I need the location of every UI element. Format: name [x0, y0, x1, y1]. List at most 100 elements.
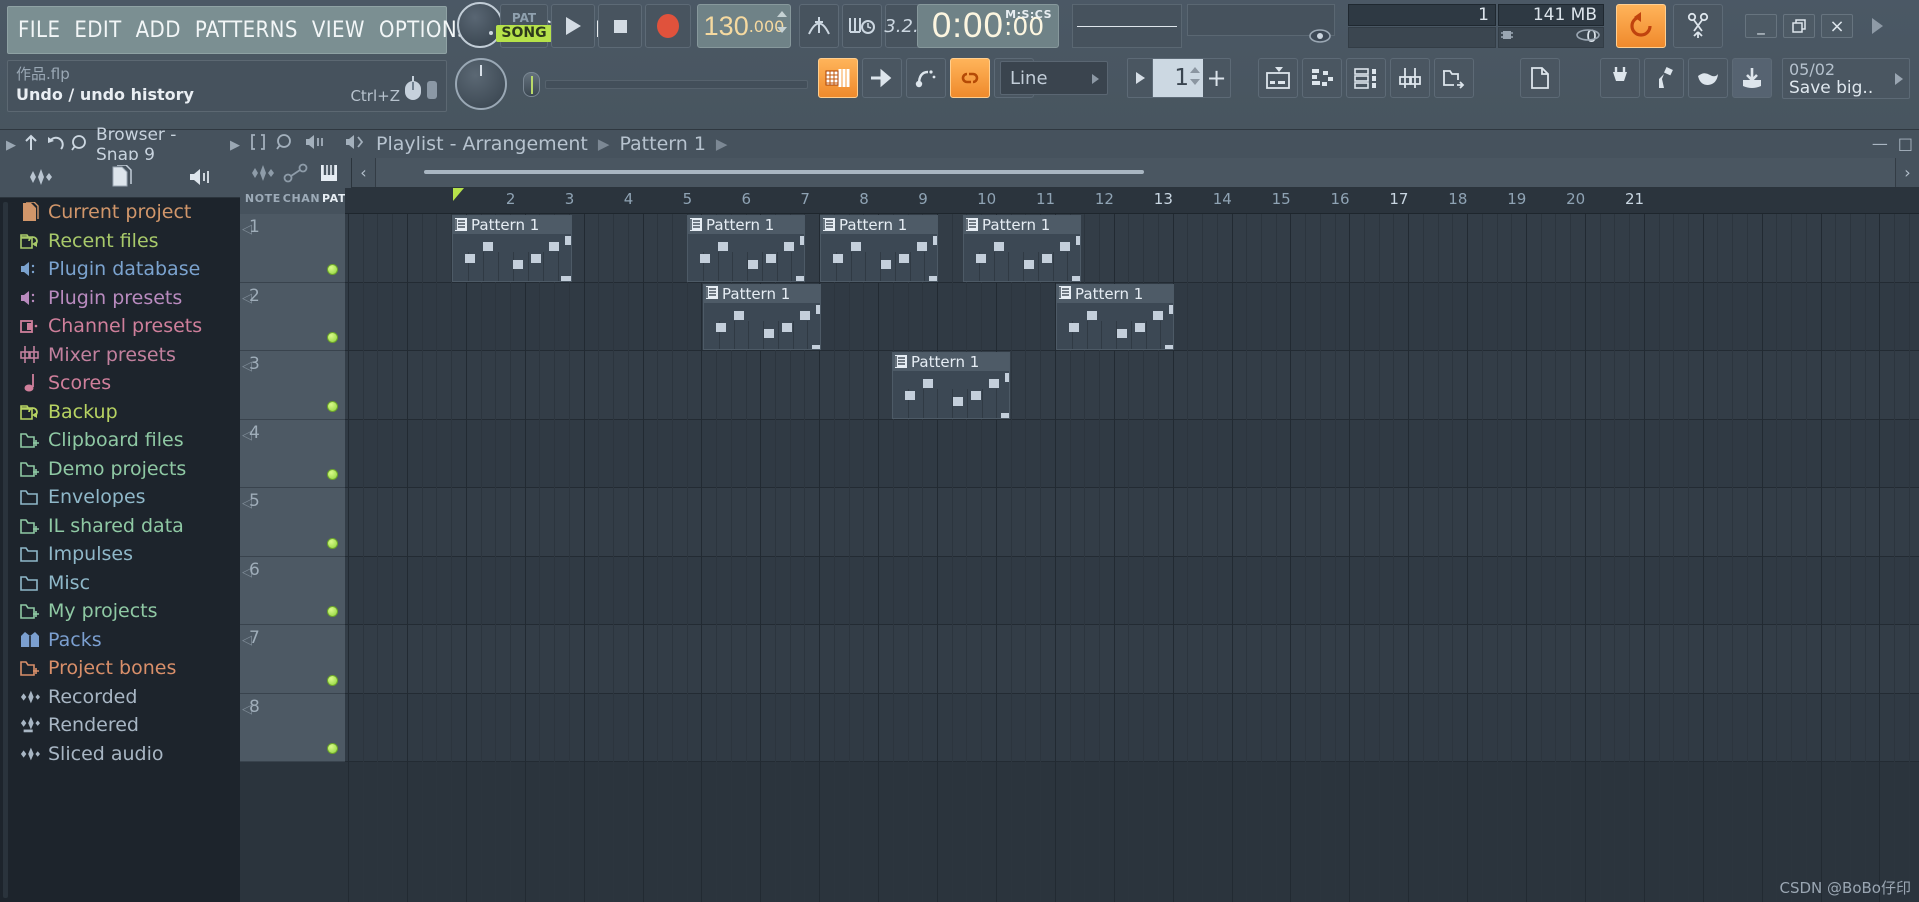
minimize-button[interactable]: _	[1745, 14, 1777, 38]
pattern-prev-button[interactable]	[1127, 58, 1153, 98]
browser-expand-icon[interactable]: ▶	[6, 138, 16, 153]
clip-menu-icon[interactable]	[895, 353, 907, 372]
reload-button[interactable]	[1616, 4, 1666, 48]
track-header-6[interactable]: ◁ 6	[240, 556, 345, 625]
browser-item-demo-projects[interactable]: Demo projects	[0, 455, 240, 484]
track-row[interactable]	[345, 214, 1919, 283]
pattern-add-button[interactable]: +	[1203, 58, 1231, 98]
channel-rack-window-button[interactable]	[1346, 58, 1386, 98]
browser-item-scores[interactable]: Scores	[0, 369, 240, 398]
browser-item-impulses[interactable]: Impulses	[0, 540, 240, 569]
piano-roll-window-button[interactable]	[1302, 58, 1342, 98]
clip-header[interactable]: Pattern 1	[821, 216, 937, 234]
browser-item-packs[interactable]: Packs	[0, 626, 240, 655]
scroll-left-button[interactable]: ‹	[352, 158, 376, 187]
browser-item-il-shared-data[interactable]: IL shared data	[0, 512, 240, 541]
playlist-ruler[interactable]: 2 3 4 5 6 7 8 9 10 11 12 13 14 15 16 17 18 19 20 21	[345, 188, 1919, 214]
track-header-3[interactable]: ◁ 3	[240, 351, 345, 420]
clip-header[interactable]: Pattern 1	[688, 216, 804, 234]
time-display[interactable]: 0:00 :00 M:S:CS	[917, 4, 1059, 48]
browser-item-my-projects[interactable]: My projects	[0, 597, 240, 626]
export-button[interactable]	[1732, 58, 1772, 98]
clip-header[interactable]: Pattern 1	[453, 216, 571, 234]
playlist-volume-icon[interactable]	[304, 133, 326, 155]
menu-item-edit[interactable]: EDIT	[74, 18, 121, 43]
cut-tool-button[interactable]	[1673, 4, 1723, 48]
project-info-button[interactable]	[1520, 58, 1560, 98]
clip-header[interactable]: Pattern 1	[964, 216, 1080, 234]
menu-item-file[interactable]: FILE	[18, 18, 60, 43]
scroll-right-button[interactable]: ›	[1895, 158, 1919, 187]
browser-speaker-icon[interactable]	[188, 167, 212, 191]
stop-button[interactable]	[598, 4, 642, 48]
clip-header[interactable]: Pattern 1	[1057, 284, 1173, 303]
pattern-clip[interactable]: Pattern 1	[820, 215, 938, 282]
tempo-field[interactable]: 130 .000	[697, 4, 791, 48]
eye-icon[interactable]	[1309, 28, 1331, 47]
browser-item-recent-files[interactable]: Recent files	[0, 227, 240, 256]
browser-item-project-bones[interactable]: Project bones	[0, 654, 240, 683]
wait-for-input-icon[interactable]	[842, 4, 882, 48]
browser-item-sliced-audio[interactable]: Sliced audio	[0, 740, 240, 769]
track-header-1[interactable]: ◁ 1	[240, 214, 345, 283]
track-row[interactable]	[345, 693, 1919, 762]
pat-mode-icon[interactable]	[316, 163, 342, 187]
track-enable-led[interactable]	[327, 606, 338, 617]
restore-button[interactable]	[1783, 14, 1815, 38]
pattern-song-toggle[interactable]: PAT SONG	[496, 4, 552, 48]
scroll-thumb[interactable]	[424, 170, 1144, 174]
browser-item-envelopes[interactable]: Envelopes	[0, 483, 240, 512]
step-sequencer-button[interactable]	[818, 58, 858, 98]
track-row[interactable]	[345, 351, 1919, 420]
track-enable-led[interactable]	[327, 537, 338, 549]
browser-back-icon[interactable]	[46, 134, 64, 156]
record-button[interactable]	[645, 4, 691, 48]
pattern-clip[interactable]: Pattern 1	[892, 352, 1010, 419]
track-enable-led[interactable]	[327, 674, 338, 686]
pattern-number-field[interactable]: 1	[1153, 58, 1203, 98]
pattern-clip[interactable]: Pattern 1	[963, 215, 1081, 282]
browser-item-plugin-presets[interactable]: Plugin presets	[0, 284, 240, 313]
chan-mode-icon[interactable]	[283, 163, 309, 187]
clip-menu-icon[interactable]	[690, 216, 702, 235]
draw-tool-button[interactable]	[862, 58, 902, 98]
browser-up-icon[interactable]	[23, 134, 39, 156]
plugin-performance-button[interactable]	[1644, 58, 1684, 98]
browser-item-backup[interactable]: Backup	[0, 398, 240, 427]
pattern-clip[interactable]: Pattern 1	[1056, 283, 1174, 350]
browser-menu-icon[interactable]: ▶	[230, 138, 240, 153]
browser-search-icon[interactable]	[71, 134, 89, 156]
browser-item-current-project[interactable]: Current project	[0, 198, 240, 227]
clip-header[interactable]: Pattern 1	[893, 353, 1009, 371]
slip-tool-button[interactable]	[906, 58, 946, 98]
snap-select[interactable]: Line	[1000, 61, 1108, 95]
track-row[interactable]	[345, 556, 1919, 625]
playlist-maximize-icon[interactable]: □	[1898, 134, 1913, 153]
browser-file-icon[interactable]	[110, 163, 132, 193]
track-enable-led[interactable]	[327, 263, 338, 275]
browser-wave-icon[interactable]	[28, 167, 54, 191]
browser-scrollbar[interactable]	[3, 202, 8, 898]
pattern-clip[interactable]: Pattern 1	[687, 215, 805, 282]
track-enable-led[interactable]	[327, 743, 338, 754]
playlist-detached-icon[interactable]	[250, 133, 266, 155]
tempo-spinner[interactable]	[777, 11, 787, 33]
browser-item-plugin-database[interactable]: Plugin database	[0, 255, 240, 284]
mixer-window-button[interactable]	[1390, 58, 1430, 98]
playlist-zoom-icon[interactable]	[276, 133, 294, 155]
pattern-clip[interactable]: Pattern 1	[703, 283, 821, 350]
playhead-marker[interactable]	[453, 188, 464, 201]
hand-tool-button[interactable]	[1688, 58, 1728, 98]
menu-item-view[interactable]: VIEW	[312, 18, 365, 43]
playlist-minimize-icon[interactable]: —	[1872, 134, 1888, 153]
clip-menu-icon[interactable]	[823, 216, 835, 235]
track-row[interactable]	[345, 488, 1919, 557]
track-enable-led[interactable]	[327, 332, 338, 343]
menu-item-patterns[interactable]: PATTERNS	[195, 18, 298, 43]
track-header-4[interactable]: ◁ 4	[240, 419, 345, 488]
save-status-box[interactable]: 05/02 Save big..	[1782, 58, 1910, 99]
close-button[interactable]: ×	[1821, 14, 1853, 38]
track-row[interactable]	[345, 419, 1919, 488]
playlist-speaker-icon[interactable]	[344, 133, 366, 155]
metronome-icon[interactable]	[799, 4, 839, 48]
